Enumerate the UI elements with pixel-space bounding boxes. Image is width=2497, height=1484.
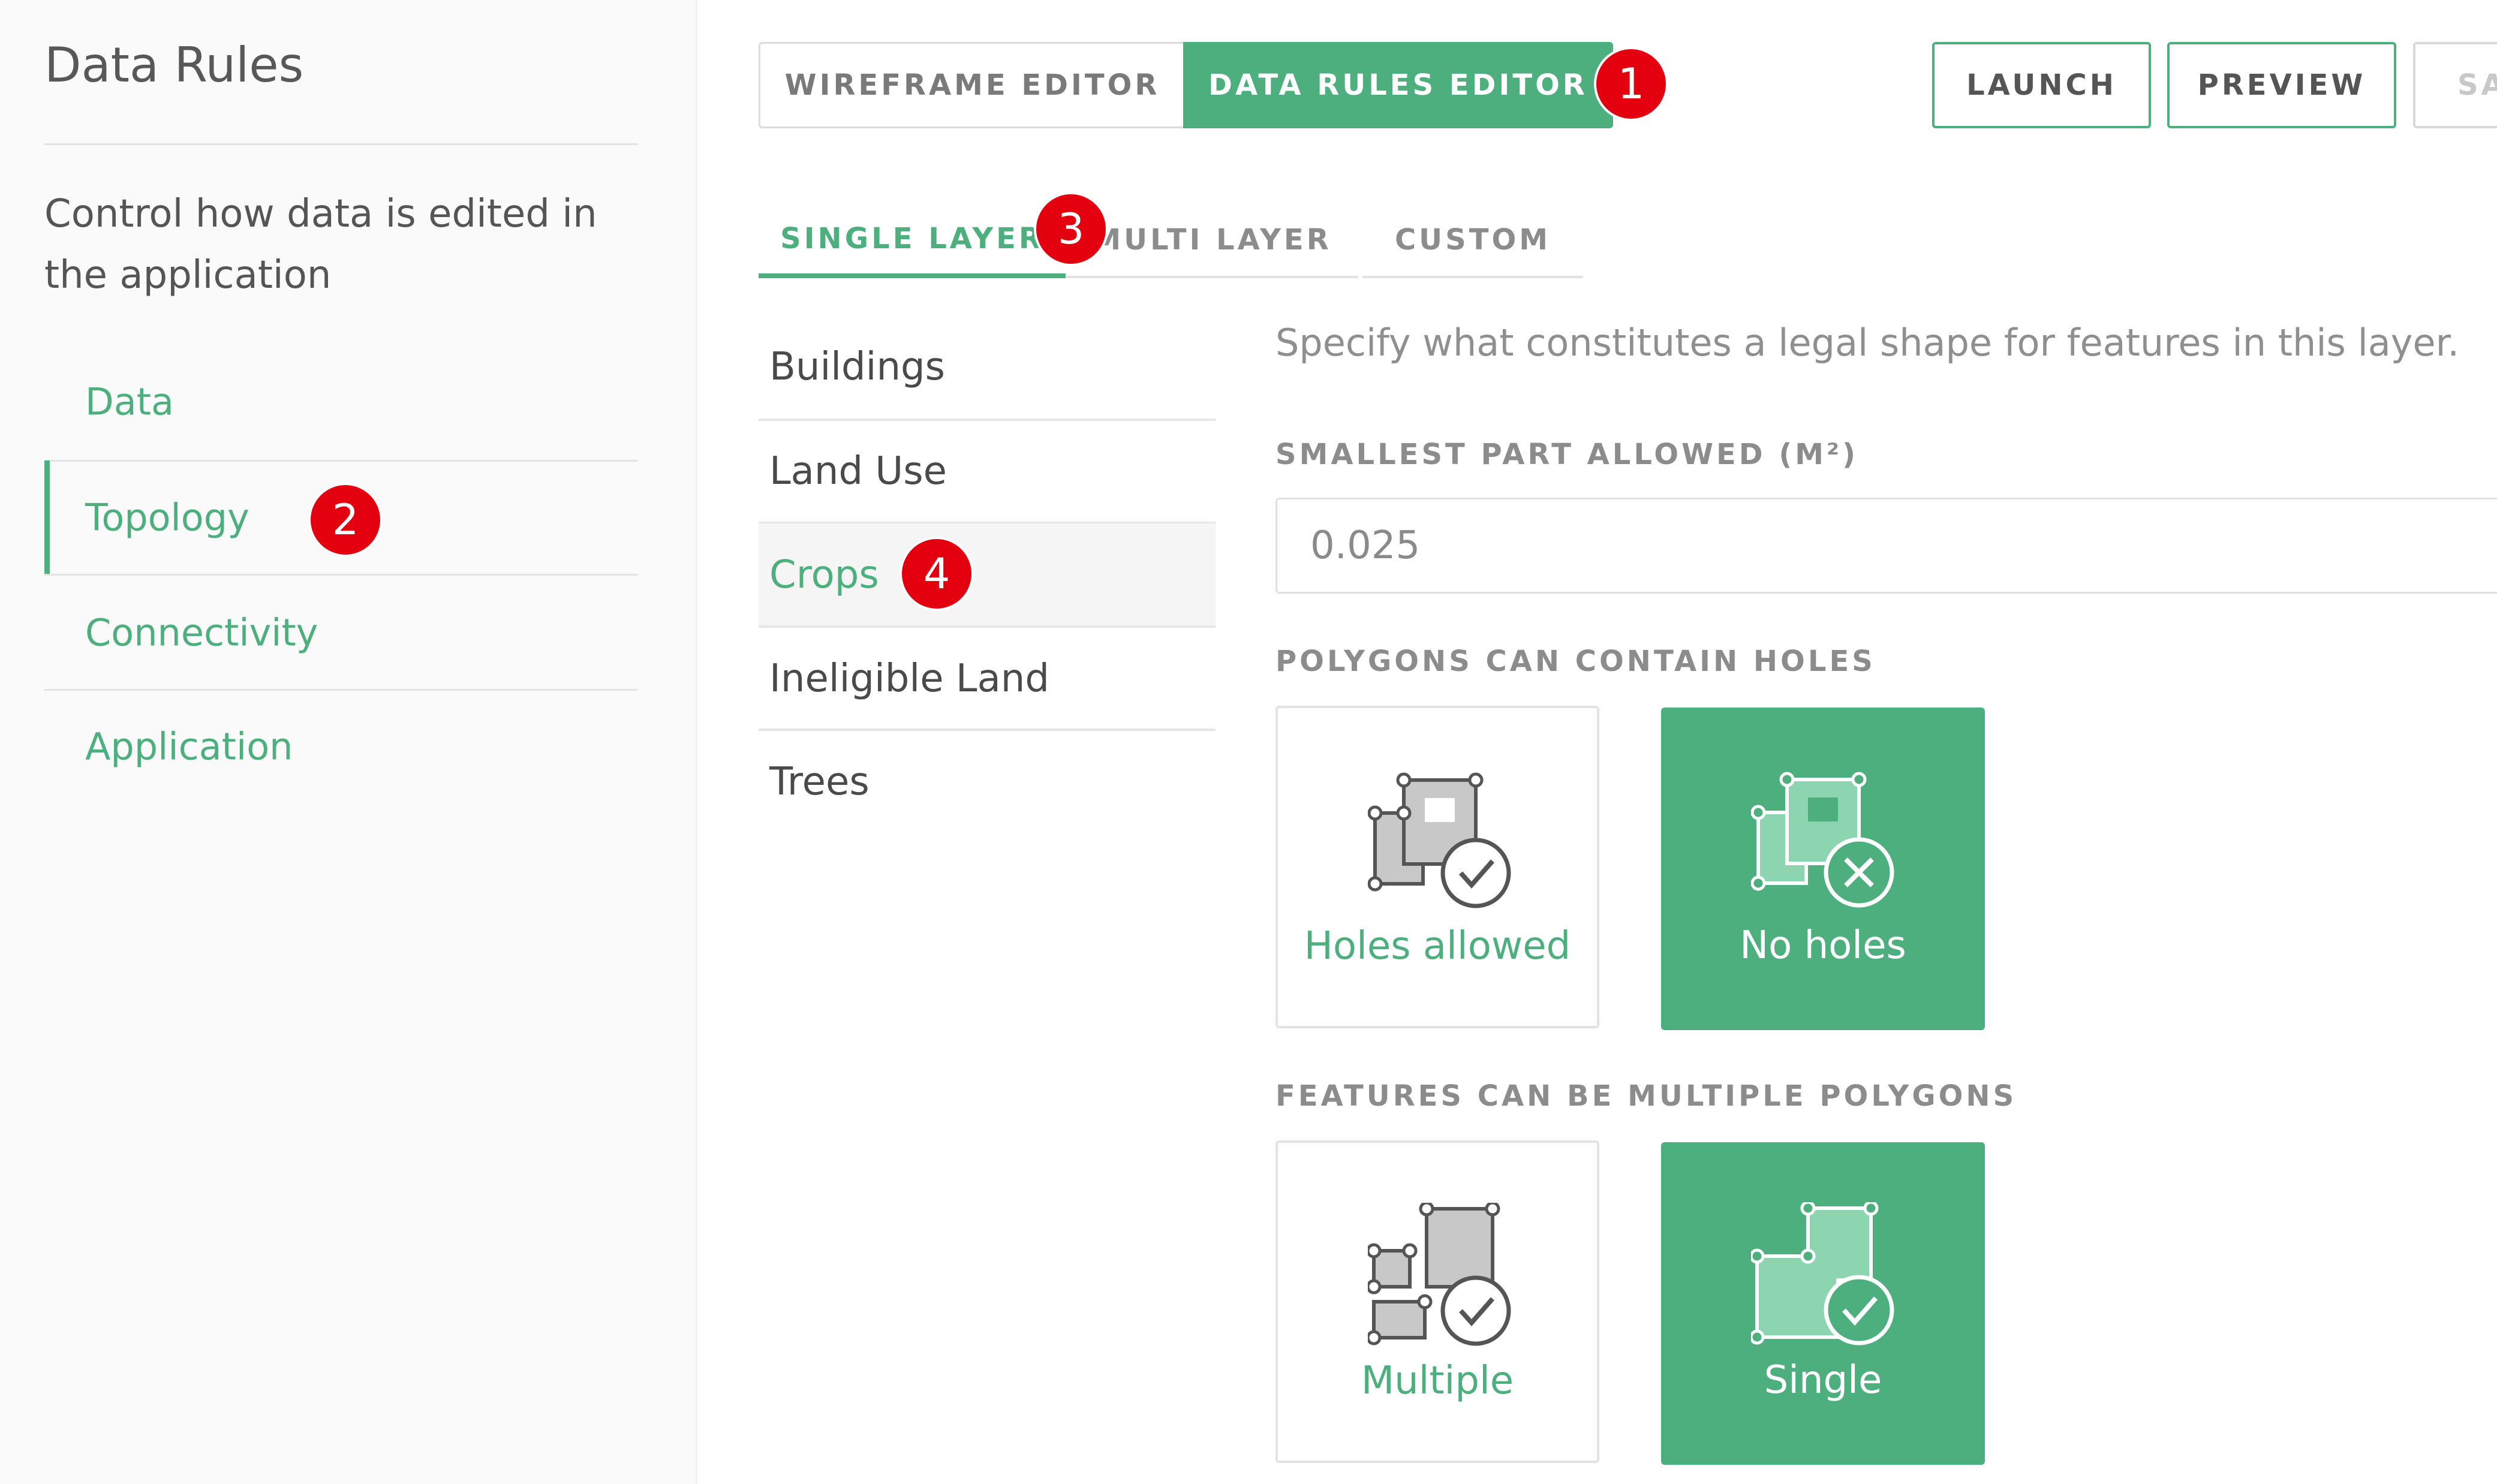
tab-multi-layer[interactable]: MULTI LAYER (1066, 204, 1358, 278)
sidebar-description: Control how data is edited in the applic… (44, 192, 597, 297)
layer-item-trees[interactable]: Trees (759, 730, 1216, 833)
multiple-label: Multiple (1361, 1359, 1514, 1403)
sidebar-item-connectivity[interactable]: Connectivity (44, 576, 638, 690)
sidebar-item-application[interactable]: Application (44, 690, 638, 803)
holes-allowed-label: Holes allowed (1304, 924, 1571, 968)
holes-allowed-option[interactable]: Holes allowed (1275, 706, 1599, 1028)
single-option[interactable]: Single (1661, 1142, 1985, 1465)
save-button[interactable]: SA (2413, 42, 2497, 128)
layer-label: Crops (769, 553, 879, 597)
layer-item-crops[interactable]: Crops (759, 523, 1216, 627)
sidebar-item-label: Topology (85, 495, 249, 540)
sidebar-item-label: Connectivity (85, 610, 318, 655)
single-polygon-icon (1751, 1202, 1894, 1345)
preview-button[interactable]: PREVIEW (2167, 42, 2396, 128)
multiple-polygons-icon (1368, 1203, 1511, 1346)
sidebar-item-label: Data (85, 380, 175, 424)
layer-item-ineligible-land[interactable]: Ineligible Land (759, 627, 1216, 730)
annotation-badge-3: 3 (1034, 192, 1108, 266)
single-label: Single (1764, 1358, 1882, 1402)
holes-allowed-icon (1368, 772, 1511, 908)
no-holes-label: No holes (1740, 923, 1906, 968)
tab-single-layer[interactable]: SINGLE LAYER (759, 204, 1066, 278)
no-holes-icon (1751, 772, 1894, 908)
layer-label: Trees (769, 760, 870, 804)
layer-item-buildings[interactable]: Buildings (759, 315, 1216, 419)
annotation-badge-1: 1 (1594, 47, 1668, 121)
multi-polygon-label: FEATURES CAN BE MULTIPLE POLYGONS (1275, 1079, 2017, 1113)
no-holes-option[interactable]: No holes (1661, 708, 1985, 1030)
smallest-part-input[interactable]: 0.025 (1275, 498, 2497, 594)
sidebar-item-data[interactable]: Data (44, 345, 638, 459)
layer-label: Ineligible Land (769, 657, 1049, 701)
annotation-badge-4: 4 (899, 537, 974, 611)
launch-button[interactable]: LAUNCH (1932, 42, 2151, 128)
layer-label: Buildings (769, 345, 945, 389)
wireframe-editor-button[interactable]: WIREFRAME EDITOR (759, 42, 1184, 128)
sidebar-item-label: Application (85, 724, 293, 769)
divider (44, 143, 638, 145)
smallest-part-value: 0.025 (1310, 523, 1421, 568)
sidebar-title: Data Rules (44, 37, 304, 93)
layer-description: Specify what constitutes a legal shape f… (1275, 321, 2460, 365)
data-rules-editor-button[interactable]: DATA RULES EDITOR (1183, 42, 1613, 128)
multiple-option[interactable]: Multiple (1275, 1140, 1599, 1463)
annotation-badge-2: 2 (308, 483, 383, 557)
holes-label: POLYGONS CAN CONTAIN HOLES (1275, 645, 1876, 678)
smallest-part-label: SMALLEST PART ALLOWED (M²) (1275, 438, 1859, 471)
layer-item-land-use[interactable]: Land Use (759, 420, 1216, 523)
tab-custom[interactable]: CUSTOM (1362, 204, 1583, 278)
layer-label: Land Use (769, 449, 947, 493)
